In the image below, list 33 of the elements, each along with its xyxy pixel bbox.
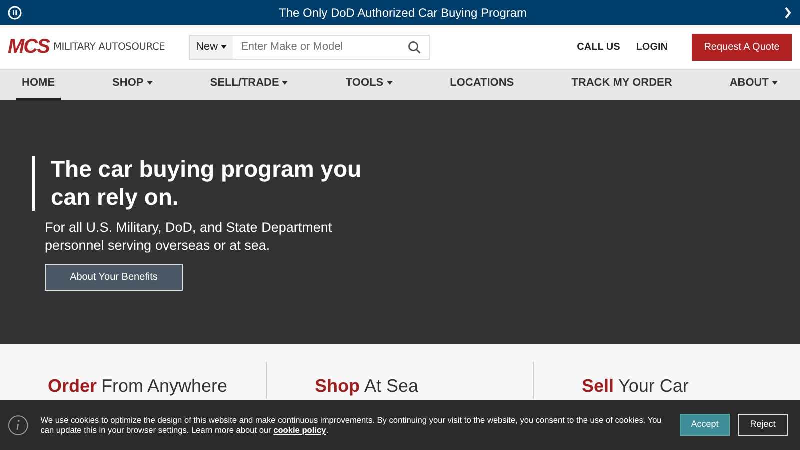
nav-tab[interactable]: TOOLS (340, 70, 399, 100)
caret-icon (221, 44, 228, 49)
info-icon (8, 414, 29, 436)
announcement-text: The Only DoD Authorized Car Buying Program (278, 4, 528, 22)
accept-button[interactable]: Accept (680, 414, 730, 436)
reject-button[interactable]: Reject (738, 414, 788, 436)
cookie-policy-link[interactable]: cookie policy (274, 425, 326, 435)
caret-icon (146, 81, 153, 86)
nav-tab[interactable]: LOCATIONS (444, 70, 520, 100)
search-type-dropdown[interactable]: New (190, 36, 234, 58)
feature-heading: Order From Anywhere (48, 375, 229, 398)
logo[interactable]: MCS (8, 32, 50, 62)
nav-tab[interactable]: TRACK MY ORDER (566, 70, 678, 100)
feature-heading: Shop At Sea (315, 375, 420, 398)
cookie-notice: We use cookies to optimize the design of this website and make continuous improvements. By continuing your visit to the website, you consent to the use of cookies. You can update this in your browser settings. Learn more about our cookie policy. (40, 414, 663, 436)
search-field[interactable]: New Enter Make or Model (189, 34, 430, 60)
nav-tab[interactable]: SELL/TRADE (204, 70, 294, 100)
caret-icon (282, 81, 288, 86)
benefits-button[interactable]: About Your Benefits (45, 264, 183, 291)
nav-tab[interactable]: SHOP (106, 70, 159, 100)
pause-icon[interactable] (8, 6, 22, 20)
nav-tab[interactable]: ABOUT (724, 70, 784, 100)
caret-icon (772, 81, 778, 86)
header-link[interactable]: CALL US (577, 40, 620, 54)
hero-title: The car buying program you can rely on. (32, 156, 362, 212)
header-link[interactable]: LOGIN (636, 40, 668, 54)
caret-icon (386, 81, 393, 86)
brand-name: MILITARY AUTOSOURCE (53, 40, 166, 54)
search-icon[interactable] (408, 40, 422, 54)
next-icon[interactable] (784, 6, 792, 18)
hero-subtitle: For all U.S. Military, DoD, and State Department personnel serving overseas or at sea. (45, 219, 334, 256)
request-quote-button[interactable]: Request A Quote (692, 34, 792, 60)
feature-heading: Sell Your Car (582, 375, 690, 398)
